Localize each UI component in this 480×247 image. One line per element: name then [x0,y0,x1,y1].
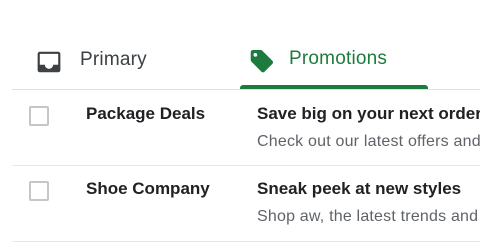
mail-list-view: Primary Promotions Package Deals Save bi… [0,0,480,247]
email-row[interactable]: Shoe Company Sneak peek at new styles Sh… [0,165,480,241]
email-sender: Package Deals [86,104,206,123]
email-select-checkbox[interactable] [29,181,49,201]
email-select-checkbox[interactable] [29,106,49,126]
tab-promotions-label: Promotions [289,48,388,69]
row-divider [12,241,480,242]
tab-primary-label: Primary [80,49,147,70]
email-subject: Save big on your next order [257,104,480,123]
email-row[interactable]: Package Deals Save big on your next orde… [0,90,480,166]
tab-promotions[interactable]: Promotions [238,36,428,89]
tag-icon [250,50,274,73]
email-subject: Sneak peek at new styles [257,179,462,198]
email-snippet: Shop aw, the latest trends and [257,208,479,225]
inbox-icon [37,51,61,73]
email-sender: Shoe Company [86,179,210,198]
category-tabs: Primary Promotions [0,0,480,90]
email-snippet: Check out our latest offers and [257,133,480,150]
